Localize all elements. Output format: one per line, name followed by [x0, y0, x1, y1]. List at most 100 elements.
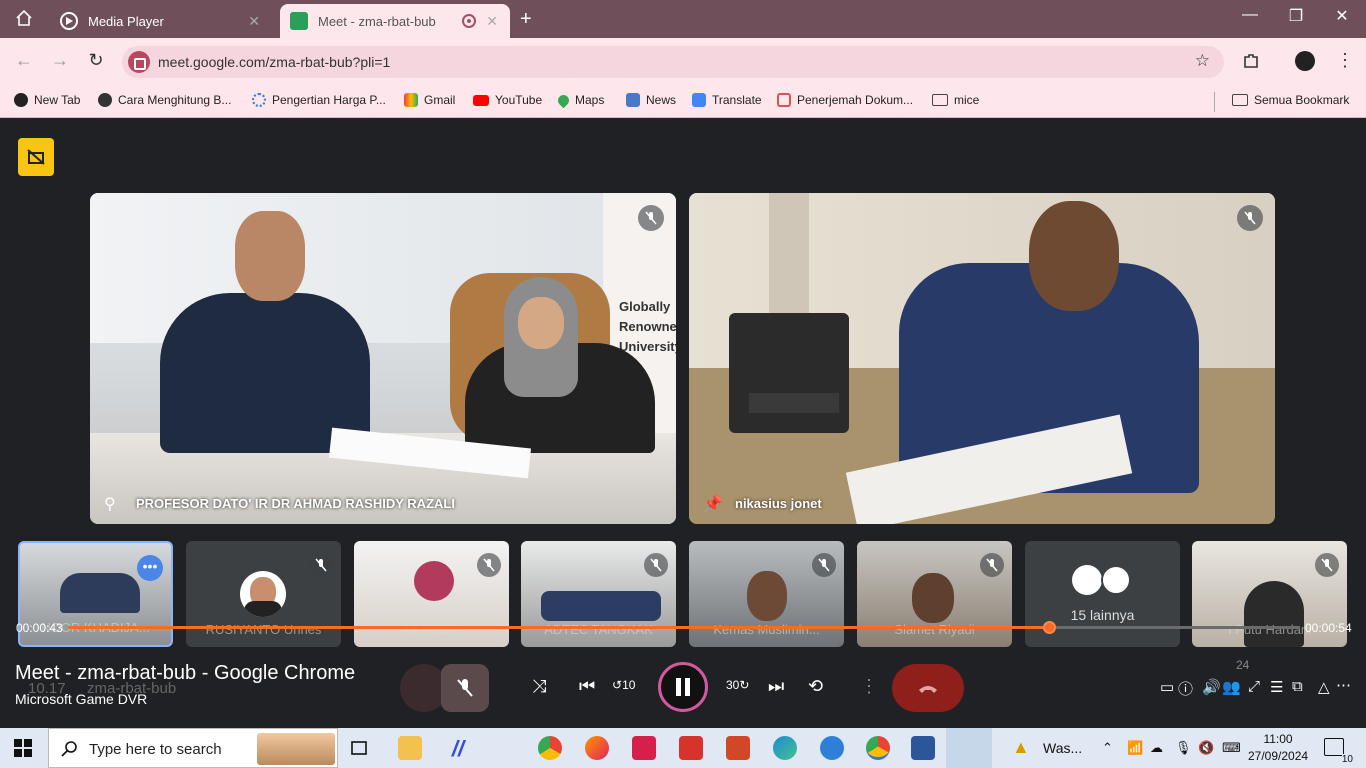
- taskbar-search[interactable]: Type here to search: [48, 728, 338, 768]
- volume-icon[interactable]: 🔊: [1202, 678, 1221, 696]
- miniplayer-icon[interactable]: ⧉: [1292, 678, 1303, 695]
- participant-tile-main-2[interactable]: 📌 nikasius jonet: [689, 193, 1275, 524]
- reload-button[interactable]: ↻: [84, 50, 108, 71]
- firefox-icon[interactable]: [585, 736, 609, 760]
- more-icon[interactable]: ⋯: [1336, 676, 1351, 694]
- profile-avatar[interactable]: [1295, 51, 1315, 71]
- network-icon[interactable]: 📶: [1127, 740, 1143, 756]
- mendeley-icon[interactable]: [632, 736, 656, 760]
- active-app-slot[interactable]: [946, 728, 992, 768]
- bookmark-folder[interactable]: mice: [932, 93, 979, 107]
- thumb-name: LPI-UMY: [405, 622, 458, 637]
- minimize-button[interactable]: —: [1235, 6, 1265, 24]
- leave-call-button[interactable]: [892, 664, 964, 712]
- people-icon[interactable]: 👥: [1222, 678, 1241, 696]
- taskbar-clock[interactable]: 11:00 27/09/2024: [1248, 731, 1308, 765]
- all-bookmarks-button[interactable]: Semua Bookmark: [1232, 93, 1349, 107]
- mic-muted-icon: [477, 553, 501, 577]
- weather-text[interactable]: Was...: [1043, 740, 1082, 756]
- app-icon[interactable]: //: [446, 736, 470, 761]
- menu-icon[interactable]: ⋮: [1336, 50, 1354, 71]
- pin-icon[interactable]: 📌: [703, 494, 723, 514]
- pin-icon[interactable]: ⚲: [104, 494, 116, 514]
- site-info-icon[interactable]: [128, 51, 150, 73]
- pls-icon[interactable]: [820, 736, 844, 760]
- participant-thumb[interactable]: Slamet Riyadi: [857, 541, 1012, 647]
- mic-icon[interactable]: 🎙: [1175, 740, 1192, 756]
- close-tab-icon[interactable]: ✕: [248, 13, 260, 30]
- address-bar[interactable]: meet.google.com/zma-rbat-bub?pli=1 ☆: [122, 46, 1224, 78]
- more-options-icon[interactable]: •••: [137, 555, 163, 581]
- skip-forward-icon[interactable]: 30 ↻: [726, 678, 749, 692]
- bookmark-item[interactable]: Cara Menghitung B...: [98, 93, 231, 107]
- shuffle-icon[interactable]: ⤨: [532, 676, 546, 697]
- more-options-icon[interactable]: ⋮: [860, 676, 878, 697]
- participant-thumb[interactable]: LPI-UMY: [354, 541, 509, 647]
- home-icon[interactable]: [10, 6, 38, 30]
- restore-button[interactable]: ❐: [1281, 6, 1311, 26]
- previous-icon[interactable]: ⏮: [579, 676, 595, 697]
- activities-icon[interactable]: △: [1318, 678, 1330, 696]
- info-icon[interactable]: ⓘ: [1178, 678, 1193, 699]
- extensions-icon[interactable]: [1242, 52, 1260, 75]
- bookmark-item[interactable]: Gmail: [404, 93, 455, 107]
- edge-icon[interactable]: [773, 736, 797, 760]
- bookmark-item[interactable]: Translate: [692, 93, 762, 107]
- chevron-up-icon[interactable]: ⌃: [1102, 740, 1113, 756]
- captions-icon[interactable]: ▭: [1160, 678, 1174, 696]
- fullscreen-icon[interactable]: ⤢: [1248, 678, 1260, 695]
- tab-media-player[interactable]: Media Player ✕: [48, 4, 272, 38]
- bookmark-item[interactable]: New Tab: [14, 93, 80, 107]
- participant-tile-main-1[interactable]: Globally Renowned University ⚲ PROFESOR …: [90, 193, 676, 524]
- tab-meet[interactable]: Meet - zma-rbat-bub ✕: [280, 4, 510, 38]
- language-icon[interactable]: ⌨: [1222, 740, 1241, 756]
- mic-muted-icon: [309, 553, 333, 577]
- thumb-name: Kemas Muslimin...: [713, 622, 820, 637]
- speaker-muted-icon[interactable]: 🔇: [1198, 740, 1214, 756]
- bookmark-item[interactable]: Penerjemah Dokum...: [777, 93, 913, 107]
- pdf-icon[interactable]: [679, 736, 703, 760]
- news-icon: [626, 93, 640, 107]
- bookmark-item[interactable]: Maps: [555, 92, 604, 108]
- seek-bar[interactable]: [68, 621, 1300, 634]
- participant-name: nikasius jonet: [735, 496, 822, 511]
- maps-icon: [555, 92, 572, 108]
- close-tab-icon[interactable]: ✕: [486, 13, 498, 30]
- bookmark-item[interactable]: YouTube: [473, 93, 542, 107]
- repeat-icon[interactable]: ⟲: [808, 676, 823, 697]
- no-video-badge-icon[interactable]: [18, 138, 54, 176]
- participant-thumb[interactable]: ADTEC TANGKAK: [521, 541, 676, 647]
- participant-thumb[interactable]: Kemas Muslimin...: [689, 541, 844, 647]
- forward-button[interactable]: →: [48, 50, 72, 71]
- mic-toggle-button[interactable]: [441, 664, 489, 712]
- bookmark-item[interactable]: Pengertian Harga P...: [252, 93, 386, 107]
- participant-thumb[interactable]: RUSIYANTO Unnes: [186, 541, 341, 647]
- task-view-icon[interactable]: [348, 736, 372, 760]
- seek-handle[interactable]: [1042, 621, 1056, 634]
- bookmark-star-icon[interactable]: ☆: [1195, 51, 1210, 71]
- back-button[interactable]: ←: [12, 50, 36, 71]
- onedrive-icon[interactable]: ☁: [1150, 740, 1163, 756]
- new-tab-button[interactable]: +: [520, 8, 532, 31]
- windows-start-icon[interactable]: [14, 739, 32, 762]
- chat-icon[interactable]: ☰: [1270, 678, 1283, 696]
- file-explorer-icon[interactable]: [398, 736, 422, 760]
- meet-icon: [290, 12, 308, 30]
- doc-translate-icon: [777, 93, 791, 107]
- bookmark-item[interactable]: News: [626, 93, 676, 107]
- close-window-button[interactable]: ✕: [1327, 6, 1357, 26]
- chrome-icon[interactable]: [538, 736, 562, 760]
- avatar: [1101, 565, 1131, 595]
- mic-muted-icon: [1237, 205, 1263, 231]
- people: [541, 591, 661, 621]
- next-icon[interactable]: ⏭: [768, 676, 784, 697]
- notification-icon[interactable]: 10: [1324, 738, 1353, 765]
- play-pause-button[interactable]: [658, 662, 708, 712]
- skip-back-icon[interactable]: ↺ 10: [612, 678, 635, 692]
- powerpoint-icon[interactable]: [726, 736, 750, 760]
- youtube-icon: [473, 94, 489, 106]
- chrome-active-icon[interactable]: [866, 736, 890, 760]
- recording-icon: [462, 14, 476, 28]
- mic-muted-icon: [644, 553, 668, 577]
- word-icon[interactable]: [911, 736, 935, 760]
